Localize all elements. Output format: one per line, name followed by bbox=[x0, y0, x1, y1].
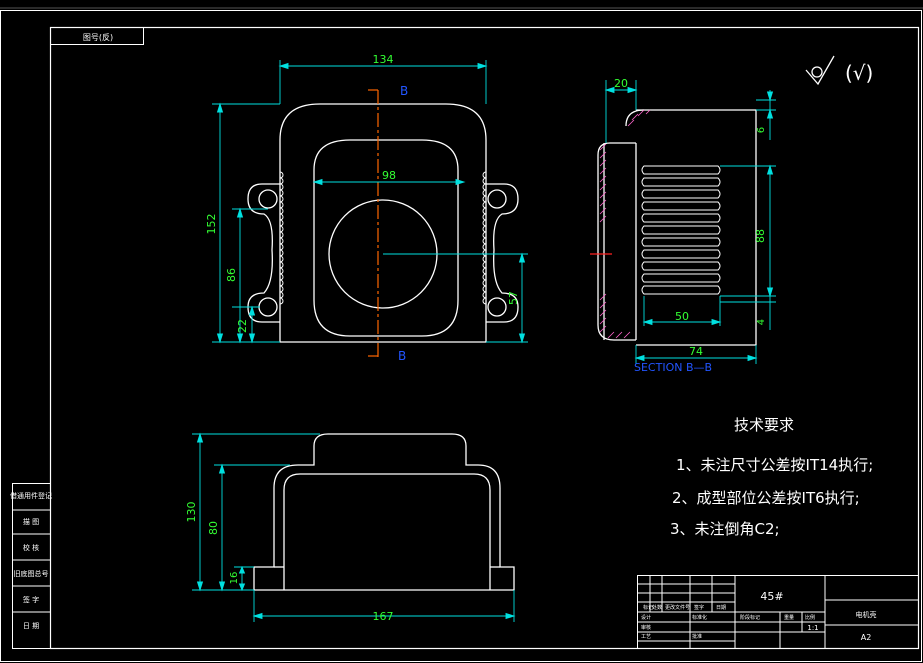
title-small-label: 批准 bbox=[692, 633, 702, 640]
dim-lug-bottom: 22 bbox=[236, 319, 249, 333]
title-scale: 1:1 bbox=[807, 624, 818, 632]
dim-width-top: 134 bbox=[373, 53, 394, 66]
requirements-title: 技术要求 bbox=[734, 416, 794, 434]
title-small-label: 设计 bbox=[641, 614, 651, 621]
dim-front-height: 130 bbox=[185, 502, 198, 523]
dim-section-top: 20 bbox=[614, 77, 628, 90]
title-small-label: 审核 bbox=[641, 624, 651, 631]
requirement-item: 2、成型部位公差按IT6执行; bbox=[672, 489, 860, 507]
dim-center-height: 57 bbox=[507, 291, 520, 305]
dim-fins-bottom: 4 bbox=[756, 319, 767, 325]
side-label-column: 借通用件登记 描 图 校 核 旧底图总号 签 字 日 期 bbox=[10, 483, 52, 649]
title-material: 45# bbox=[760, 590, 783, 603]
roughness-label: (√) bbox=[845, 61, 873, 85]
sheet-inner-border bbox=[49, 26, 920, 650]
dim-front-base: 16 bbox=[229, 572, 240, 585]
title-small-label: 重量 bbox=[784, 614, 794, 621]
front-view bbox=[253, 433, 515, 591]
requirement-item: 1、未注尺寸公差按IT14执行; bbox=[676, 456, 873, 474]
title-part-name: 电机壳 bbox=[856, 610, 877, 619]
title-sheet-size: A2 bbox=[861, 633, 872, 642]
roughness-symbol bbox=[805, 55, 835, 86]
dim-front-inner: 80 bbox=[207, 521, 220, 535]
title-small-label: 签字 bbox=[694, 604, 704, 611]
section-caption: SECTION B—B bbox=[634, 361, 712, 374]
section-fins bbox=[641, 165, 721, 295]
dim-section-width: 74 bbox=[689, 345, 703, 358]
top-view bbox=[247, 103, 519, 343]
dim-height-left: 152 bbox=[205, 214, 218, 235]
side-label: 日 期 bbox=[23, 622, 39, 630]
title-small-label: 比例 bbox=[805, 614, 815, 621]
dim-fins-width: 50 bbox=[675, 310, 689, 323]
title-small-label: 阶段标记 bbox=[740, 614, 760, 621]
top-view-fin-bumps bbox=[279, 171, 487, 305]
title-small-label: 工艺 bbox=[641, 634, 651, 640]
title-small-label: 更改文件号 bbox=[665, 604, 690, 611]
title-small-label: 标准化 bbox=[692, 614, 707, 621]
section-marker-bottom: B bbox=[398, 349, 406, 363]
title-small-label: 处数 bbox=[652, 604, 662, 611]
side-label: 描 图 bbox=[23, 517, 39, 526]
dim-section-lip: 6 bbox=[756, 127, 767, 133]
side-label: 校 核 bbox=[23, 543, 39, 552]
section-marker-top: B bbox=[400, 84, 408, 98]
side-label: 借通用件登记 bbox=[10, 491, 52, 500]
section-line bbox=[368, 89, 379, 358]
header-tab-text: 图号(反) bbox=[83, 32, 113, 42]
dim-fins-height: 88 bbox=[754, 229, 767, 243]
side-label: 旧底图总号 bbox=[14, 569, 49, 578]
dim-front-width: 167 bbox=[373, 610, 394, 623]
dim-inner-width: 98 bbox=[382, 169, 396, 182]
sheet-outer-border bbox=[0, 10, 922, 662]
title-small-label: 日期 bbox=[716, 605, 726, 611]
requirement-item: 3、未注倒角C2; bbox=[670, 520, 780, 538]
section-hatch bbox=[599, 109, 651, 339]
side-label: 签 字 bbox=[23, 595, 39, 604]
cad-drawing: 图号(反) 借通用件登记 描 图 校 核 旧底图总号 签 字 日 期 B B 1… bbox=[0, 7, 923, 662]
dim-lug-spacing: 86 bbox=[225, 268, 238, 282]
